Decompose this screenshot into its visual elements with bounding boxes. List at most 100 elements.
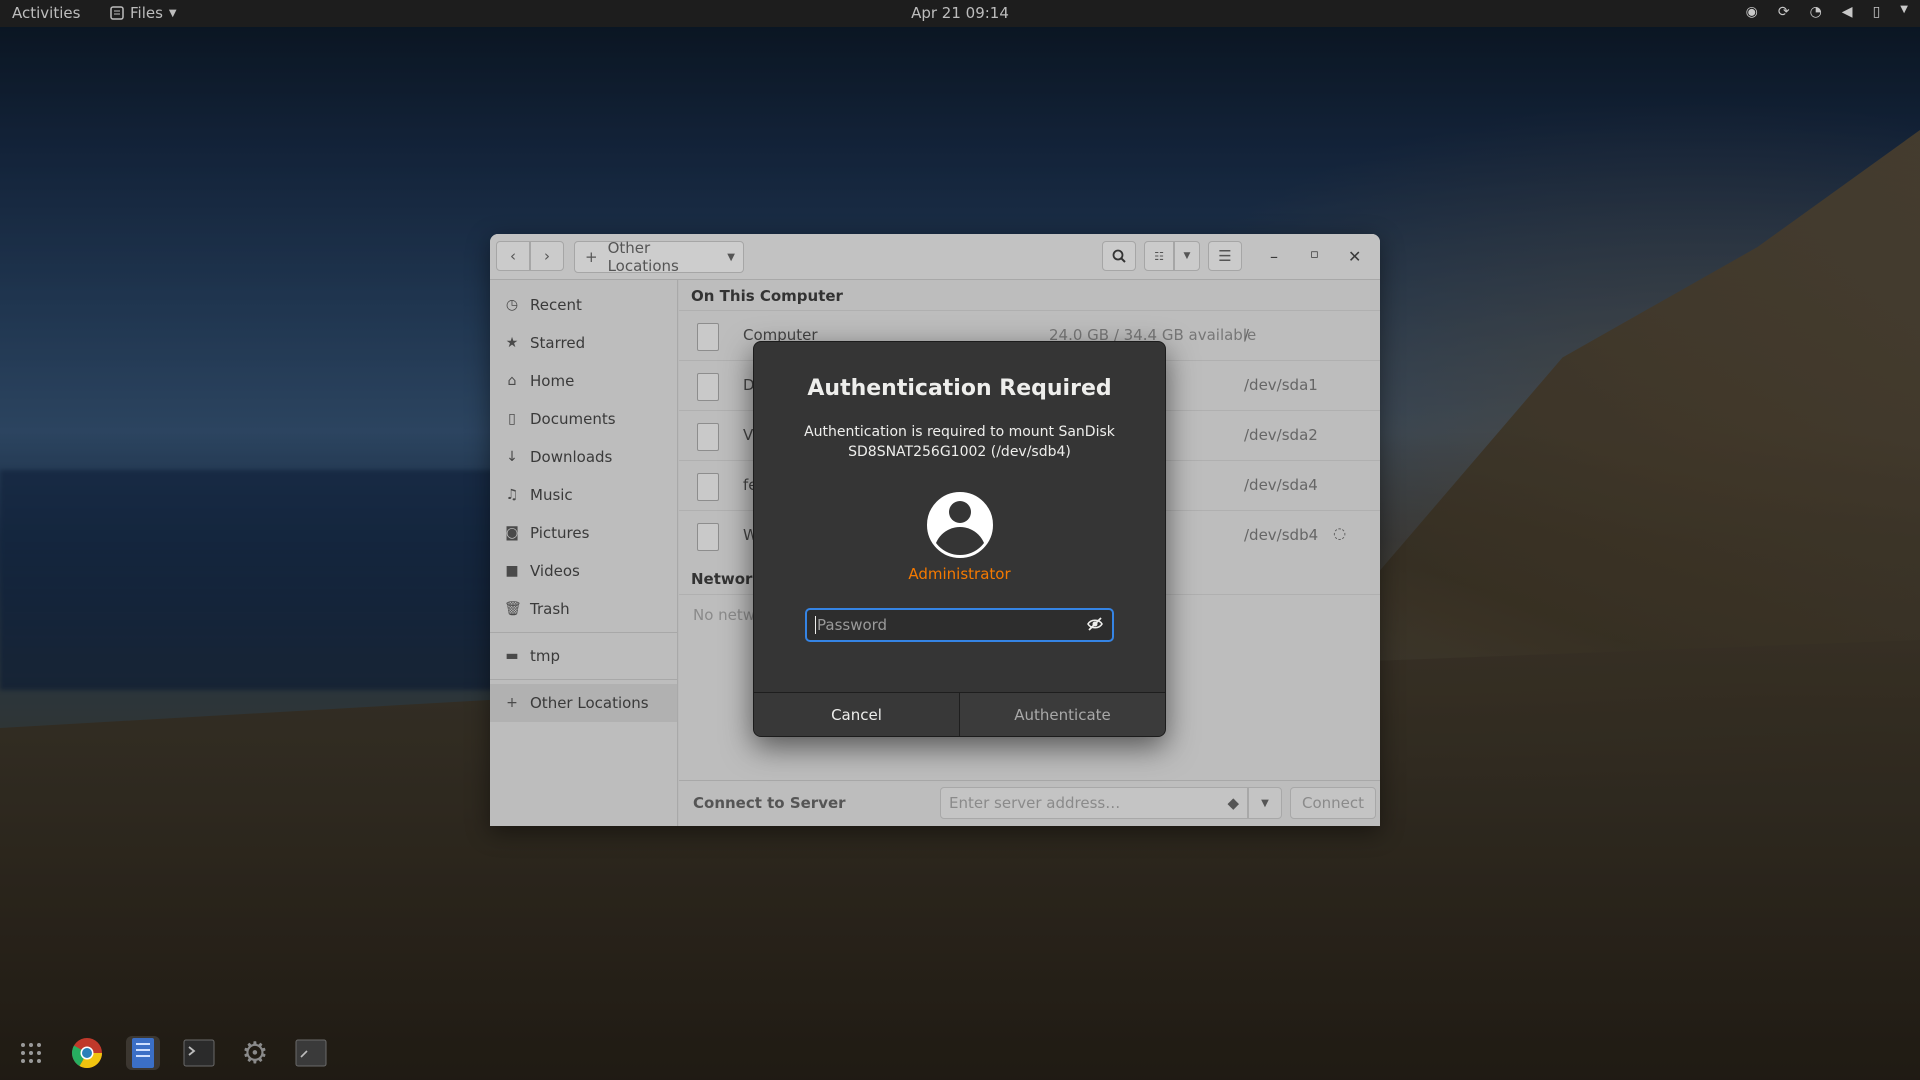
- music-icon: ♫: [505, 487, 519, 503]
- files-launcher[interactable]: [126, 1036, 160, 1070]
- terminal-icon: [183, 1039, 215, 1067]
- sidebar-item-label: Videos: [530, 562, 580, 580]
- dialog-button-row: Cancel Authenticate: [754, 692, 1165, 736]
- sidebar-item-home[interactable]: ⌂ Home: [490, 362, 677, 400]
- search-button[interactable]: [1102, 241, 1136, 271]
- sidebar-separator: [490, 632, 677, 633]
- password-placeholder: Password: [817, 616, 888, 634]
- sidebar-item-label: Downloads: [530, 448, 613, 466]
- user-name: Administrator: [908, 565, 1011, 583]
- sidebar-item-label: tmp: [530, 647, 561, 665]
- menu-button[interactable]: ☰: [1208, 241, 1242, 271]
- back-button[interactable]: ‹: [496, 241, 530, 271]
- trash-icon: 🗑: [504, 601, 522, 617]
- chevron-right-icon: ›: [544, 247, 550, 265]
- sidebar-item-tmp[interactable]: ▬ tmp: [490, 637, 677, 675]
- folder-icon: ▬: [505, 648, 519, 664]
- eye-slash-icon[interactable]: [1086, 615, 1104, 633]
- download-icon: ↓: [506, 449, 518, 465]
- location-device: /dev/sdb4: [1244, 526, 1319, 544]
- cancel-button[interactable]: Cancel: [754, 693, 959, 736]
- spinner-icon: ◌: [1333, 524, 1347, 542]
- sidebar-item-label: Other Locations: [530, 694, 649, 712]
- help-icon[interactable]: ◆: [1227, 794, 1239, 812]
- console-icon: [295, 1039, 327, 1067]
- path-bar[interactable]: + Other Locations ▼: [574, 239, 744, 275]
- volume-icon[interactable]: ◀: [1842, 4, 1853, 20]
- server-history-button[interactable]: ▼: [1248, 787, 1282, 819]
- connect-button[interactable]: Connect: [1290, 787, 1376, 819]
- star-icon: ★: [505, 335, 519, 351]
- authenticate-button[interactable]: Authenticate: [959, 693, 1165, 736]
- chrome-icon[interactable]: ◉: [1746, 4, 1758, 20]
- forward-button[interactable]: ›: [530, 241, 564, 271]
- section-title-on-this-computer: On This Computer: [691, 287, 843, 305]
- sidebar-item-label: Music: [530, 486, 573, 504]
- location-device: /dev/sda4: [1244, 476, 1318, 494]
- search-icon: [1112, 249, 1126, 263]
- sidebar-item-label: Trash: [530, 600, 570, 618]
- path-label: Other Locations: [607, 239, 679, 275]
- sidebar-item-documents[interactable]: ▯ Documents: [490, 400, 677, 438]
- drive-icon: [697, 423, 719, 451]
- chrome-launcher[interactable]: [70, 1036, 104, 1070]
- sidebar-item-label: Starred: [530, 334, 586, 352]
- sidebar-item-music[interactable]: ♫ Music: [490, 476, 677, 514]
- connect-to-server-bar: Connect to Server Enter server address… …: [679, 780, 1380, 826]
- location-name: V: [743, 426, 754, 444]
- document-icon: ▯: [508, 411, 516, 427]
- view-toggle-button[interactable]: ☷: [1144, 241, 1174, 271]
- connect-label: Connect to Server: [693, 794, 846, 812]
- sidebar-item-other-locations[interactable]: + Other Locations: [490, 684, 677, 722]
- password-field[interactable]: Password: [805, 608, 1114, 642]
- sidebar: ◷ Recent ★ Starred ⌂ Home ▯ Documents ↓ Downl…: [490, 280, 678, 826]
- refresh-icon[interactable]: ⟳: [1778, 4, 1790, 20]
- dialog-message: Authentication is required to mount SanD…: [784, 422, 1135, 462]
- sidebar-item-downloads[interactable]: ↓ Downloads: [490, 438, 677, 476]
- video-icon: ■: [505, 563, 519, 579]
- grid-icon: [21, 1043, 41, 1063]
- drive-icon: [697, 523, 719, 551]
- terminal-launcher[interactable]: [182, 1036, 216, 1070]
- sidebar-item-trash[interactable]: 🗑 Trash: [490, 590, 677, 628]
- user-avatar-icon: [927, 492, 993, 558]
- sidebar-item-starred[interactable]: ★ Starred: [490, 324, 677, 362]
- chevron-down-icon: ▼: [1183, 251, 1191, 261]
- sidebar-item-recent[interactable]: ◷ Recent: [490, 286, 677, 324]
- chevron-down-icon[interactable]: ▼: [727, 252, 735, 263]
- wifi-icon[interactable]: ◔: [1810, 4, 1822, 20]
- sidebar-item-label: Documents: [530, 410, 616, 428]
- files-icon: [132, 1038, 154, 1068]
- camera-icon: ◙: [505, 525, 519, 541]
- system-tray[interactable]: ◉ ⟳ ◔ ◀ ▯ ▼: [1746, 4, 1908, 20]
- location-device: /: [1244, 326, 1250, 344]
- sidebar-item-label: Pictures: [530, 524, 590, 542]
- sidebar-item-videos[interactable]: ■ Videos: [490, 552, 677, 590]
- server-address-placeholder: Enter server address…: [949, 794, 1121, 812]
- chevron-down-icon[interactable]: ▼: [1900, 4, 1908, 20]
- drive-icon: [697, 373, 719, 401]
- sidebar-item-label: Recent: [530, 296, 582, 314]
- chevron-left-icon: ‹: [510, 247, 516, 265]
- settings-launcher[interactable]: ⚙: [238, 1035, 272, 1071]
- clock[interactable]: Apr 21 09:14: [0, 4, 1920, 22]
- gear-icon: ⚙: [241, 1035, 269, 1071]
- maximize-button[interactable]: ▫: [1310, 247, 1319, 262]
- minimize-button[interactable]: –: [1270, 247, 1278, 266]
- view-options-button[interactable]: ▼: [1174, 241, 1200, 271]
- authentication-dialog: Authentication Required Authentication i…: [753, 341, 1166, 737]
- server-address-input[interactable]: Enter server address… ◆: [940, 787, 1248, 819]
- dialog-message-line: SD8SNAT256G1002 (/dev/sdb4): [848, 444, 1071, 460]
- hamburger-icon: ☰: [1218, 247, 1232, 265]
- home-icon: ⌂: [507, 373, 517, 389]
- sidebar-item-pictures[interactable]: ◙ Pictures: [490, 514, 677, 552]
- terminal-launcher-2[interactable]: [294, 1036, 328, 1070]
- plus-icon: +: [585, 248, 598, 266]
- plus-icon: +: [506, 695, 518, 711]
- sidebar-separator: [490, 679, 677, 680]
- close-button[interactable]: ✕: [1348, 247, 1361, 266]
- chrome-icon: [71, 1038, 102, 1069]
- show-apps-button[interactable]: [14, 1036, 48, 1070]
- header-bar: ‹ › + Other Locations ▼ ☷ ▼ ☰ – ▫ ✕: [490, 234, 1380, 280]
- battery-icon[interactable]: ▯: [1873, 4, 1881, 20]
